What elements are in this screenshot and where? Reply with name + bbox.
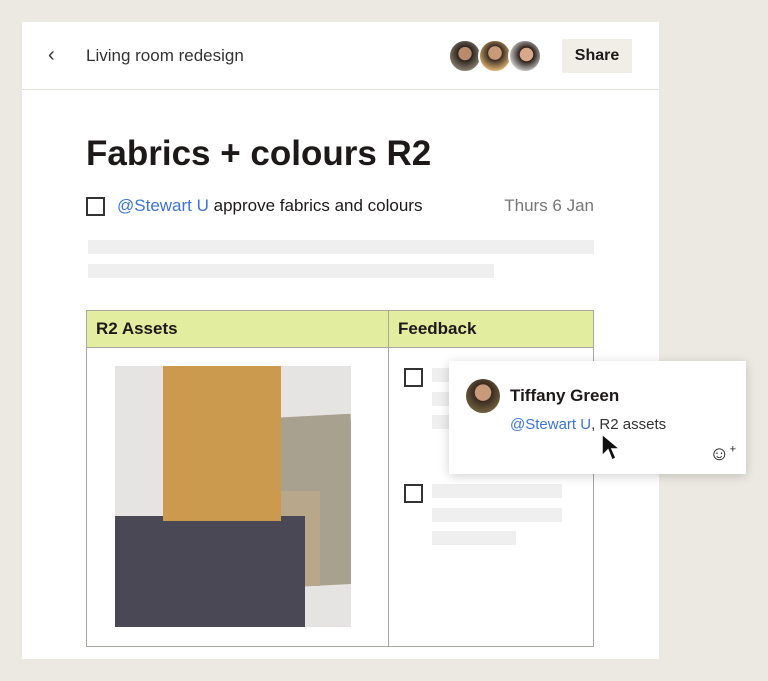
task-label: approve fabrics and colours [208,196,423,215]
mention-link[interactable]: @Stewart U [117,196,209,215]
placeholder-line [88,240,594,254]
feedback-checkbox[interactable] [404,368,423,387]
task-date: Thurs 6 Jan [504,196,594,215]
comment-popup: Tiffany Green @Stewart U, R2 assets ☺+ [449,361,746,474]
task-item: @Stewart U approve fabrics and colours T… [86,196,594,216]
column-header-assets: R2 Assets [86,310,389,348]
add-emoji-icon[interactable]: ☺+ [709,443,736,466]
feedback-checkbox[interactable] [404,484,423,503]
avatar[interactable] [448,39,482,73]
comment-message: @Stewart U, R2 assets [510,416,666,433]
task-checkbox[interactable] [86,196,105,216]
placeholder-line [88,264,494,278]
task-text: @Stewart U approve fabrics and colours [117,196,422,216]
avatar[interactable] [478,39,512,73]
avatar[interactable] [508,39,542,73]
placeholder-line [432,508,562,522]
column-header-feedback: Feedback [388,310,594,348]
assets-cell [86,347,389,647]
document-breadcrumb-title: Living room redesign [86,46,244,65]
collaborator-avatars [448,39,542,73]
comment-text: , R2 assets [591,416,667,433]
comment-author: Tiffany Green [510,386,620,405]
share-button[interactable]: Share [562,39,632,73]
fabric-swatches-image [115,366,351,627]
placeholder-line [432,531,516,545]
mention-link[interactable]: @Stewart U [510,416,591,433]
mouse-cursor-icon [601,432,622,462]
back-chevron-icon[interactable]: ‹ [48,44,55,67]
document-card: ‹ Living room redesign Share Fabrics + c… [22,22,659,659]
header: ‹ Living room redesign Share [22,22,659,90]
placeholder-line [432,484,562,498]
page-title: Fabrics + colours R2 [86,134,432,173]
comment-author-avatar [466,379,500,413]
